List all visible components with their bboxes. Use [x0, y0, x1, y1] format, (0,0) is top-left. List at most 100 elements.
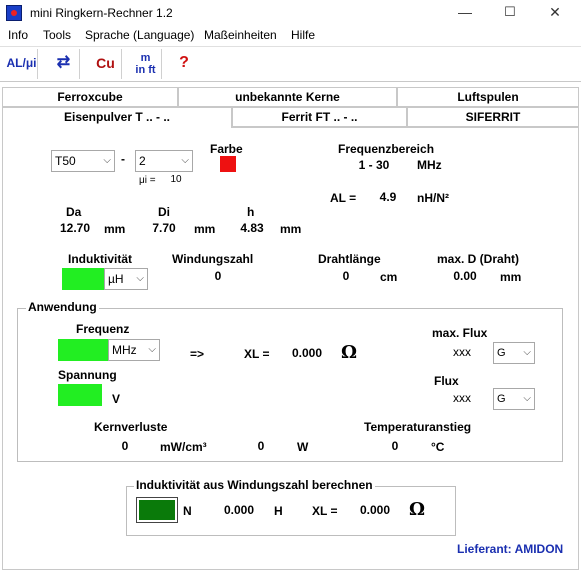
freq-range-unit: MHz: [417, 158, 442, 172]
flux-unit-value: G: [497, 393, 506, 405]
h-value: 4.83: [230, 219, 274, 237]
xl-value: 0.000: [278, 344, 336, 362]
al-label: AL =: [330, 191, 357, 205]
freq-range-label: Frequenzbereich: [338, 142, 435, 156]
tab-unknown-cores[interactable]: unbekannte Kerne: [178, 87, 397, 107]
al-unit: nH/N²: [417, 191, 449, 205]
tab-iron-powder[interactable]: Eisenpulver T .. - ..: [2, 107, 232, 128]
calc-xl-value: 0.000: [346, 501, 404, 519]
flux-label: Flux: [434, 374, 459, 388]
di-value: 7.70: [140, 219, 188, 237]
units-button-bottom: in ft: [135, 64, 156, 76]
tab-ferrite[interactable]: Ferrit FT .. - ..: [232, 107, 407, 127]
xl-label: XL =: [244, 347, 270, 361]
core-loss-watts-value: 0: [230, 437, 292, 455]
menu-tools[interactable]: Tools: [43, 28, 71, 42]
voltage-label: Spannung: [58, 368, 117, 382]
wire-length-value: 0: [318, 267, 374, 285]
voltage-unit: V: [112, 392, 121, 406]
tabs-row-top: Ferroxcube unbekannte Kerne Luftspulen: [2, 87, 579, 107]
core-series-value: T50: [55, 154, 76, 168]
core-separator: -: [121, 152, 125, 166]
max-flux-unit-select[interactable]: G ⌵: [493, 342, 535, 364]
core-loss-value: 0: [94, 437, 156, 455]
menu-language[interactable]: Sprache (Language): [85, 28, 194, 42]
max-wire-d-label: max. D (Draht): [437, 252, 520, 266]
chevron-down-icon: ⌵: [103, 155, 111, 166]
arrow-label: =>: [190, 347, 205, 361]
flux-unit-select[interactable]: G ⌵: [493, 388, 535, 410]
tab-siferrit[interactable]: SIFERRIT: [407, 107, 579, 127]
window-title: mini Ringkern-Rechner 1.2: [30, 6, 173, 20]
help-button[interactable]: ?: [168, 49, 200, 79]
mu-label: μi =: [139, 175, 156, 186]
menu-help[interactable]: Hilfe: [291, 28, 315, 42]
minimize-icon[interactable]: —: [455, 4, 475, 20]
temp-rise-unit: °C: [431, 440, 445, 454]
flux-value: xxx: [432, 389, 492, 407]
chevron-down-icon: ⌵: [136, 273, 144, 284]
max-wire-d-unit: mm: [500, 270, 522, 284]
n-label: N: [183, 504, 192, 518]
core-loss-watts-unit: W: [297, 440, 309, 454]
tabs-row-bottom: Eisenpulver T .. - .. Ferrit FT .. - .. …: [2, 107, 579, 128]
frequency-unit-select[interactable]: MHz ⌵: [108, 339, 160, 361]
al-value: 4.9: [366, 188, 410, 206]
calc-xl-label: XL =: [312, 504, 338, 518]
h-unit: mm: [280, 222, 302, 236]
close-icon[interactable]: ✕: [545, 4, 565, 21]
core-color-swatch: [220, 156, 236, 172]
units-button-top: m: [140, 52, 151, 64]
wire-length-label: Drahtlänge: [318, 252, 381, 266]
voltage-input[interactable]: [58, 384, 102, 406]
copper-button[interactable]: Cu: [90, 49, 122, 79]
temp-rise-value: 0: [364, 437, 426, 455]
maximize-icon[interactable]: ☐: [500, 4, 520, 20]
frequency-unit-value: MHz: [112, 343, 137, 357]
inductance-input[interactable]: [62, 268, 104, 290]
menu-info[interactable]: Info: [8, 28, 28, 42]
chevron-down-icon: ⌵: [181, 155, 189, 166]
panel-top-border: [232, 127, 579, 128]
chevron-down-icon: ⌵: [523, 347, 531, 358]
inductance-unit-select[interactable]: µH ⌵: [104, 268, 148, 290]
di-unit: mm: [194, 222, 216, 236]
calc-group-title: Induktivität aus Windungszahl berechnen: [134, 478, 375, 492]
turns-value: 0: [188, 267, 248, 285]
turns-n-input[interactable]: [136, 497, 178, 523]
supplier-label: Lieferant: AMIDON: [457, 542, 564, 556]
ohm-symbol: Ω: [341, 342, 358, 363]
frequency-input[interactable]: [58, 339, 108, 361]
menu-units[interactable]: Maßeinheiten: [204, 28, 277, 42]
tab-air-coils[interactable]: Luftspulen: [397, 87, 579, 107]
freq-range-value: 1 - 30: [340, 156, 408, 174]
core-loss-label: Kernverluste: [94, 420, 168, 434]
da-value: 12.70: [50, 219, 100, 237]
max-flux-label: max. Flux: [432, 326, 488, 340]
max-wire-d-value: 0.00: [437, 267, 493, 285]
core-mix-value: 2: [139, 154, 146, 168]
da-label: Da: [66, 205, 82, 219]
da-unit: mm: [104, 222, 126, 236]
chevron-down-icon: ⌵: [148, 344, 156, 355]
calc-h-unit: H: [274, 504, 283, 518]
tab-ferroxcube[interactable]: Ferroxcube: [2, 87, 178, 107]
core-mix-select[interactable]: 2 ⌵: [135, 150, 193, 172]
frequency-label[interactable]: Frequenz: [76, 322, 129, 336]
h-label: h: [247, 205, 255, 219]
turns-label: Windungszahl: [172, 252, 254, 266]
max-flux-unit-value: G: [497, 347, 506, 359]
calc-h-value: 0.000: [208, 501, 270, 519]
core-loss-unit: mW/cm³: [160, 440, 207, 454]
app-icon: [6, 5, 22, 21]
temp-rise-label: Temperaturanstieg: [364, 420, 472, 434]
core-series-select[interactable]: T50 ⌵: [51, 150, 115, 172]
di-label: Di: [158, 205, 170, 219]
toolbar: [0, 46, 581, 82]
color-label: Farbe: [210, 142, 243, 156]
inductance-unit-value: µH: [108, 272, 124, 286]
al-mu-button[interactable]: AL/μi: [6, 49, 38, 79]
circuit-button[interactable]: ⇄: [48, 49, 80, 79]
mu-value: 10: [160, 173, 192, 187]
units-button[interactable]: m in ft: [130, 49, 162, 79]
